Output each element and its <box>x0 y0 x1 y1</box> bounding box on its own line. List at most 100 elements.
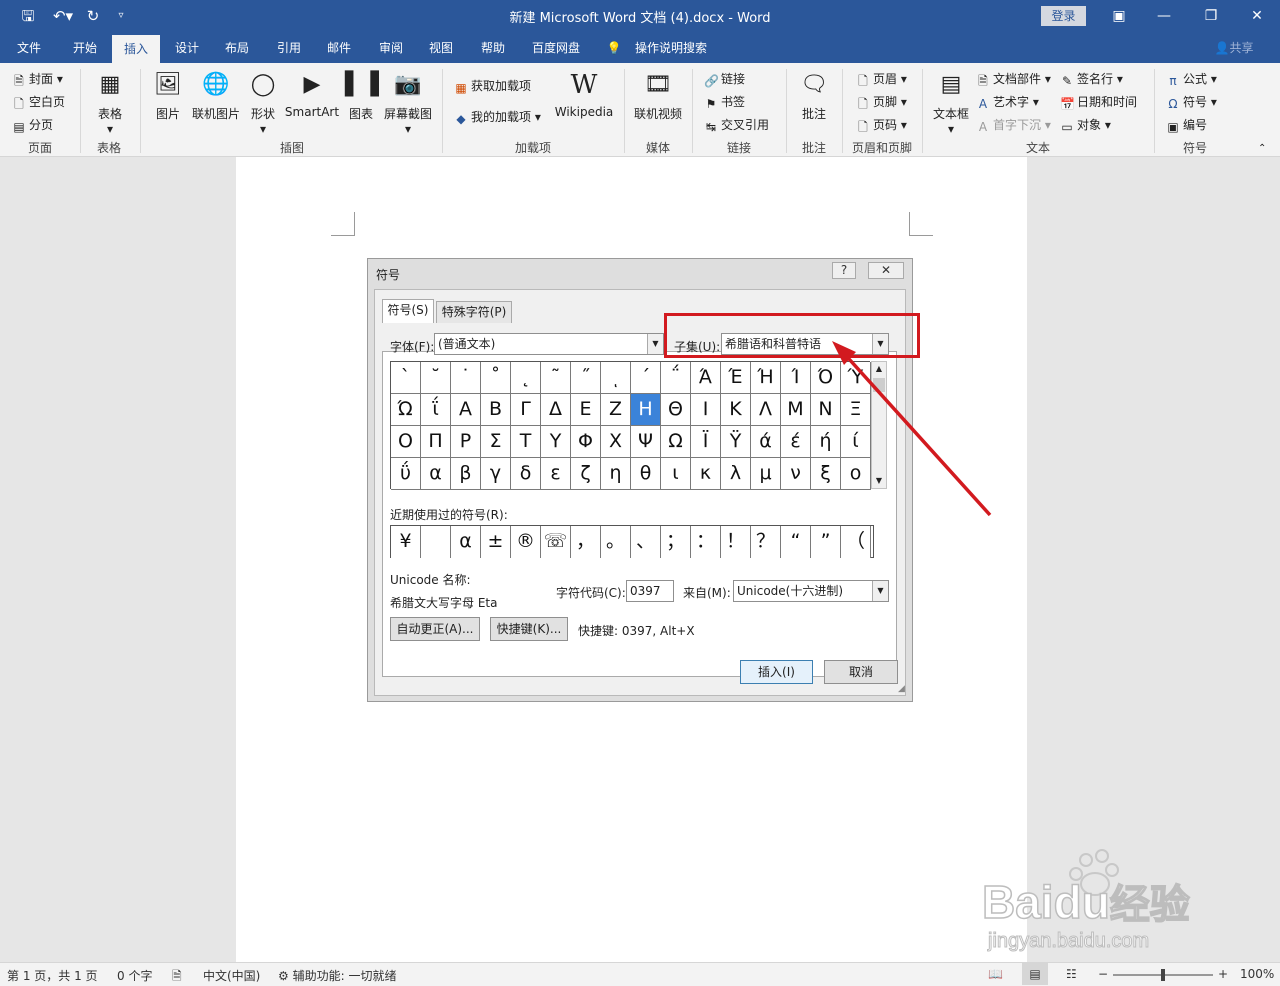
symbol-cell[interactable]: Ά <box>691 362 721 394</box>
tab-references[interactable]: 引用 <box>266 33 312 63</box>
symbol-cell[interactable]: Ϋ <box>721 426 751 458</box>
my-addins-button[interactable]: ◆ 我的加载项 ▾ <box>454 107 540 127</box>
symbol-cell[interactable]: λ <box>721 458 751 490</box>
symbol-cell[interactable]: Ϊ <box>691 426 721 458</box>
symbol-cell[interactable]: Ώ <box>391 394 421 426</box>
bookmark-button[interactable]: ⚑ 书签 <box>704 92 745 112</box>
minimize-icon[interactable]: — <box>1149 4 1179 28</box>
symbol-cell[interactable]: Α <box>451 394 481 426</box>
collapse-ribbon-icon[interactable]: ⌃ <box>1258 139 1266 159</box>
char-code-input[interactable]: 0397 <box>626 580 674 602</box>
tab-layout[interactable]: 布局 <box>214 33 260 63</box>
recent-symbol-cell[interactable]: ？ <box>751 526 781 558</box>
get-addins-button[interactable]: ▦ 获取加载项 <box>454 76 531 96</box>
read-mode-icon[interactable]: 📖 <box>988 967 1003 981</box>
smartart-button[interactable]: ▶ SmartArt <box>284 69 340 119</box>
page-number-button[interactable]: 🗋 页码 ▾ <box>856 115 907 135</box>
login-button[interactable]: 登录 <box>1041 6 1086 26</box>
quick-parts-button[interactable]: 🗎 文档部件 ▾ <box>976 69 1051 89</box>
tab-help[interactable]: 帮助 <box>470 33 516 63</box>
textbox-button[interactable]: ▤ 文本框 ▾ <box>928 69 974 136</box>
symbol-cell[interactable]: θ <box>631 458 661 490</box>
link-button[interactable]: 🔗 链接 <box>704 69 745 89</box>
symbol-cell[interactable]: ΅ <box>661 362 691 394</box>
symbol-cell[interactable]: Ί <box>781 362 811 394</box>
zoom-slider-thumb[interactable] <box>1161 969 1165 981</box>
help-button[interactable]: ? <box>832 262 856 279</box>
symbol-cell[interactable]: ο <box>841 458 871 490</box>
symbol-cell[interactable]: β <box>451 458 481 490</box>
symbol-cell[interactable]: μ <box>751 458 781 490</box>
symbol-cell[interactable]: ΐ <box>421 394 451 426</box>
online-video-button[interactable]: 🎞 联机视频 <box>630 69 686 122</box>
close-icon[interactable]: ✕ <box>1242 4 1272 28</box>
symbol-cell[interactable]: Ν <box>811 394 841 426</box>
screenshot-button[interactable]: 📷 屏幕截图 ▾ <box>382 69 434 136</box>
tab-symbols[interactable]: 符号(S) <box>382 299 434 323</box>
subset-select[interactable]: 希腊语和科普特语 ▼ <box>721 333 889 355</box>
symbol-cell[interactable]: ˛ <box>511 362 541 394</box>
cancel-button[interactable]: 取消 <box>824 660 898 684</box>
symbol-cell[interactable]: Φ <box>571 426 601 458</box>
tab-file[interactable]: 文件 <box>8 33 50 63</box>
tab-baidu-netdisk[interactable]: 百度网盘 <box>522 33 590 63</box>
symbol-cell[interactable]: Μ <box>781 394 811 426</box>
symbol-cell[interactable]: Ξ <box>841 394 871 426</box>
tab-view[interactable]: 视图 <box>418 33 464 63</box>
symbol-cell[interactable]: γ <box>481 458 511 490</box>
symbol-cell[interactable]: Θ <box>661 394 691 426</box>
symbol-cell[interactable]: ` <box>391 362 421 394</box>
symbol-cell[interactable]: Ύ <box>841 362 871 394</box>
signature-line-button[interactable]: ✎ 签名行 ▾ <box>1060 69 1123 89</box>
recent-symbol-cell[interactable] <box>421 526 451 558</box>
footer-button[interactable]: 🗋 页脚 ▾ <box>856 92 907 112</box>
symbol-cell[interactable]: ˝ <box>571 362 601 394</box>
tab-review[interactable]: 审阅 <box>368 33 414 63</box>
numbering-button[interactable]: ▣ 编号 <box>1166 115 1207 135</box>
zoom-slider[interactable] <box>1113 969 1213 981</box>
redo-icon[interactable]: ↻ <box>82 6 104 26</box>
new-comment-button[interactable]: 🗨 批注 <box>794 69 834 122</box>
recent-symbol-cell[interactable]: （ <box>841 526 871 558</box>
symbol-cell[interactable]: ˙ <box>451 362 481 394</box>
picture-button[interactable]: 🖼 图片 <box>150 69 186 122</box>
recent-symbol-cell[interactable]: ¥ <box>391 526 421 558</box>
insert-button[interactable]: 插入(I) <box>740 660 813 684</box>
undo-icon[interactable]: ↶▾ <box>48 6 78 26</box>
symbol-cell[interactable]: ί <box>841 426 871 458</box>
recent-symbol-cell[interactable]: 。 <box>601 526 631 558</box>
recent-symbol-cell[interactable]: ！ <box>721 526 751 558</box>
symbol-cell[interactable]: Ή <box>751 362 781 394</box>
symbol-cell[interactable]: δ <box>511 458 541 490</box>
symbol-cell[interactable]: ΄ <box>631 362 661 394</box>
symbol-grid-scrollbar[interactable]: ▲ ▼ <box>871 361 887 489</box>
symbol-cell[interactable]: ˘ <box>421 362 451 394</box>
restore-icon[interactable]: ❐ <box>1196 4 1226 28</box>
symbol-cell[interactable]: κ <box>691 458 721 490</box>
symbol-cell[interactable]: Λ <box>751 394 781 426</box>
resize-grip-icon[interactable]: ◢ <box>898 684 905 694</box>
wordart-button[interactable]: A 艺术字 ▾ <box>976 92 1039 112</box>
recent-symbol-cell[interactable]: α <box>451 526 481 558</box>
ribbon-display-icon[interactable]: ▣ <box>1104 4 1134 28</box>
zoom-level[interactable]: 100% <box>1240 967 1274 981</box>
symbol-cell[interactable]: Χ <box>601 426 631 458</box>
symbol-cell[interactable]: η <box>601 458 631 490</box>
symbol-cell[interactable]: Ψ <box>631 426 661 458</box>
recent-symbol-cell[interactable]: ☏ <box>541 526 571 558</box>
shapes-button[interactable]: ◯ 形状 ▾ <box>246 69 280 136</box>
zoom-in-icon[interactable]: + <box>1218 967 1228 981</box>
recent-symbol-cell[interactable]: ” <box>811 526 841 558</box>
symbol-cell[interactable]: ν <box>781 458 811 490</box>
tab-insert[interactable]: 插入 <box>112 35 160 63</box>
recent-symbol-cell[interactable]: “ <box>781 526 811 558</box>
shortcut-key-button[interactable]: 快捷键(K)... <box>490 617 568 641</box>
symbol-cell[interactable]: ζ <box>571 458 601 490</box>
symbol-cell[interactable]: Σ <box>481 426 511 458</box>
header-button[interactable]: 🗋 页眉 ▾ <box>856 69 907 89</box>
font-select[interactable]: (普通文本) ▼ <box>434 333 664 355</box>
recent-symbol-cell[interactable]: 、 <box>631 526 661 558</box>
symbol-cell[interactable]: ή <box>811 426 841 458</box>
scroll-down-icon[interactable]: ▼ <box>872 474 886 488</box>
recent-symbol-cell[interactable]: ® <box>511 526 541 558</box>
